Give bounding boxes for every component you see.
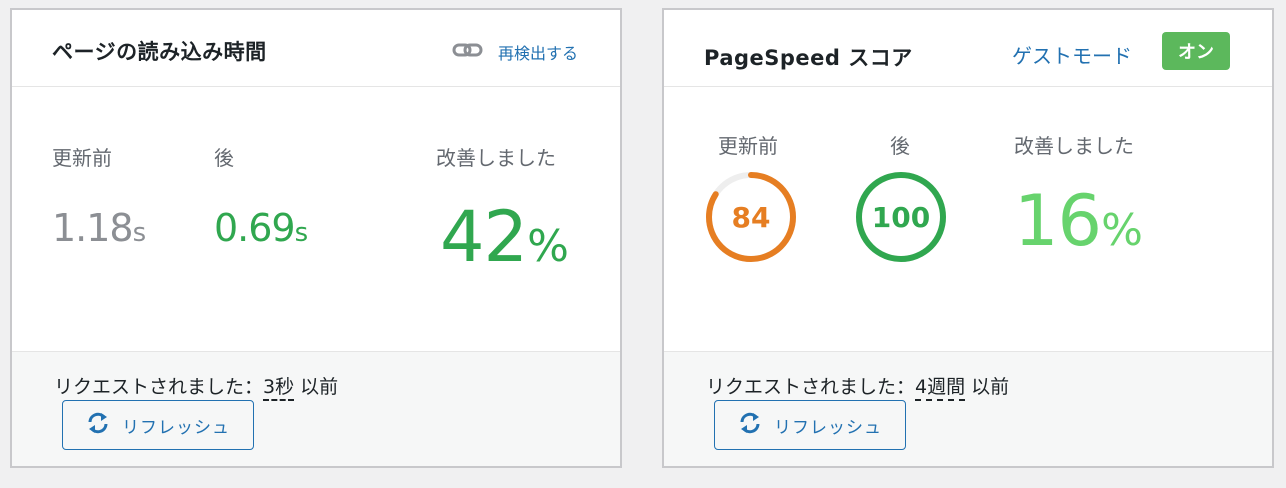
after-score-gauge: 100 [854,170,948,264]
requested-suffix: 以前 [300,376,339,398]
improved-unit: % [1101,205,1143,256]
after-unit: s [294,218,309,248]
requested-suffix: 以前 [971,376,1010,398]
before-label: 更新前 [52,146,112,170]
card-footer: リクエストされました：3秒 以前 リフレッシュ [12,351,620,466]
requested-line: リクエストされました：4週間 以前 [706,372,1010,401]
before-number: 1.18 [52,206,134,250]
refresh-icon [86,411,110,440]
refresh-label: リフレッシュ [122,417,230,438]
card-title: PageSpeed スコア [704,46,913,70]
guest-mode-on-badge[interactable]: オン [1162,32,1230,70]
link-icon [452,41,484,63]
page-load-time-card: ページの読み込み時間 再検出する 更新前 後 改善しました 1.18s 0.69… [10,8,622,468]
refresh-icon [738,411,762,440]
requested-prefix: リクエストされました： [706,376,916,398]
improved-unit: % [527,221,569,272]
card-header: PageSpeed スコア ゲストモード オン [664,10,1272,87]
before-value: 1.18s [52,206,147,250]
after-label: 後 [214,146,234,170]
before-score: 84 [731,200,771,234]
requested-line: リクエストされました：3秒 以前 [54,372,339,401]
card-footer: リクエストされました：4週間 以前 リフレッシュ [664,351,1272,466]
card-header: ページの読み込み時間 再検出する [12,10,620,87]
before-score-gauge: 84 [704,170,798,264]
guest-mode-link[interactable]: ゲストモード [1012,40,1132,69]
requested-time: 4週間 [915,376,966,401]
before-label: 更新前 [718,134,778,158]
after-score: 100 [871,200,931,234]
recheck-label: 再検出する [497,44,578,63]
improved-number: 42 [440,196,528,278]
requested-prefix: リクエストされました： [54,376,264,398]
after-number: 0.69 [214,206,296,250]
after-value: 0.69s [214,206,309,250]
refresh-button[interactable]: リフレッシュ [62,400,254,450]
improved-percent: 16% [1014,180,1143,262]
improved-number: 16 [1014,180,1102,262]
requested-time: 3秒 [263,376,295,401]
pagespeed-score-card: PageSpeed スコア ゲストモード オン 更新前 後 改善しました 84 … [662,8,1274,468]
card-title: ページの読み込み時間 [52,40,267,64]
improved-percent: 42% [440,196,569,278]
after-label: 後 [890,134,910,158]
recheck-link[interactable]: 再検出する [452,40,578,64]
refresh-button[interactable]: リフレッシュ [714,400,906,450]
before-unit: s [132,218,147,248]
improved-label: 改善しました [436,146,556,170]
refresh-label: リフレッシュ [774,417,882,438]
improved-label: 改善しました [1014,134,1134,158]
